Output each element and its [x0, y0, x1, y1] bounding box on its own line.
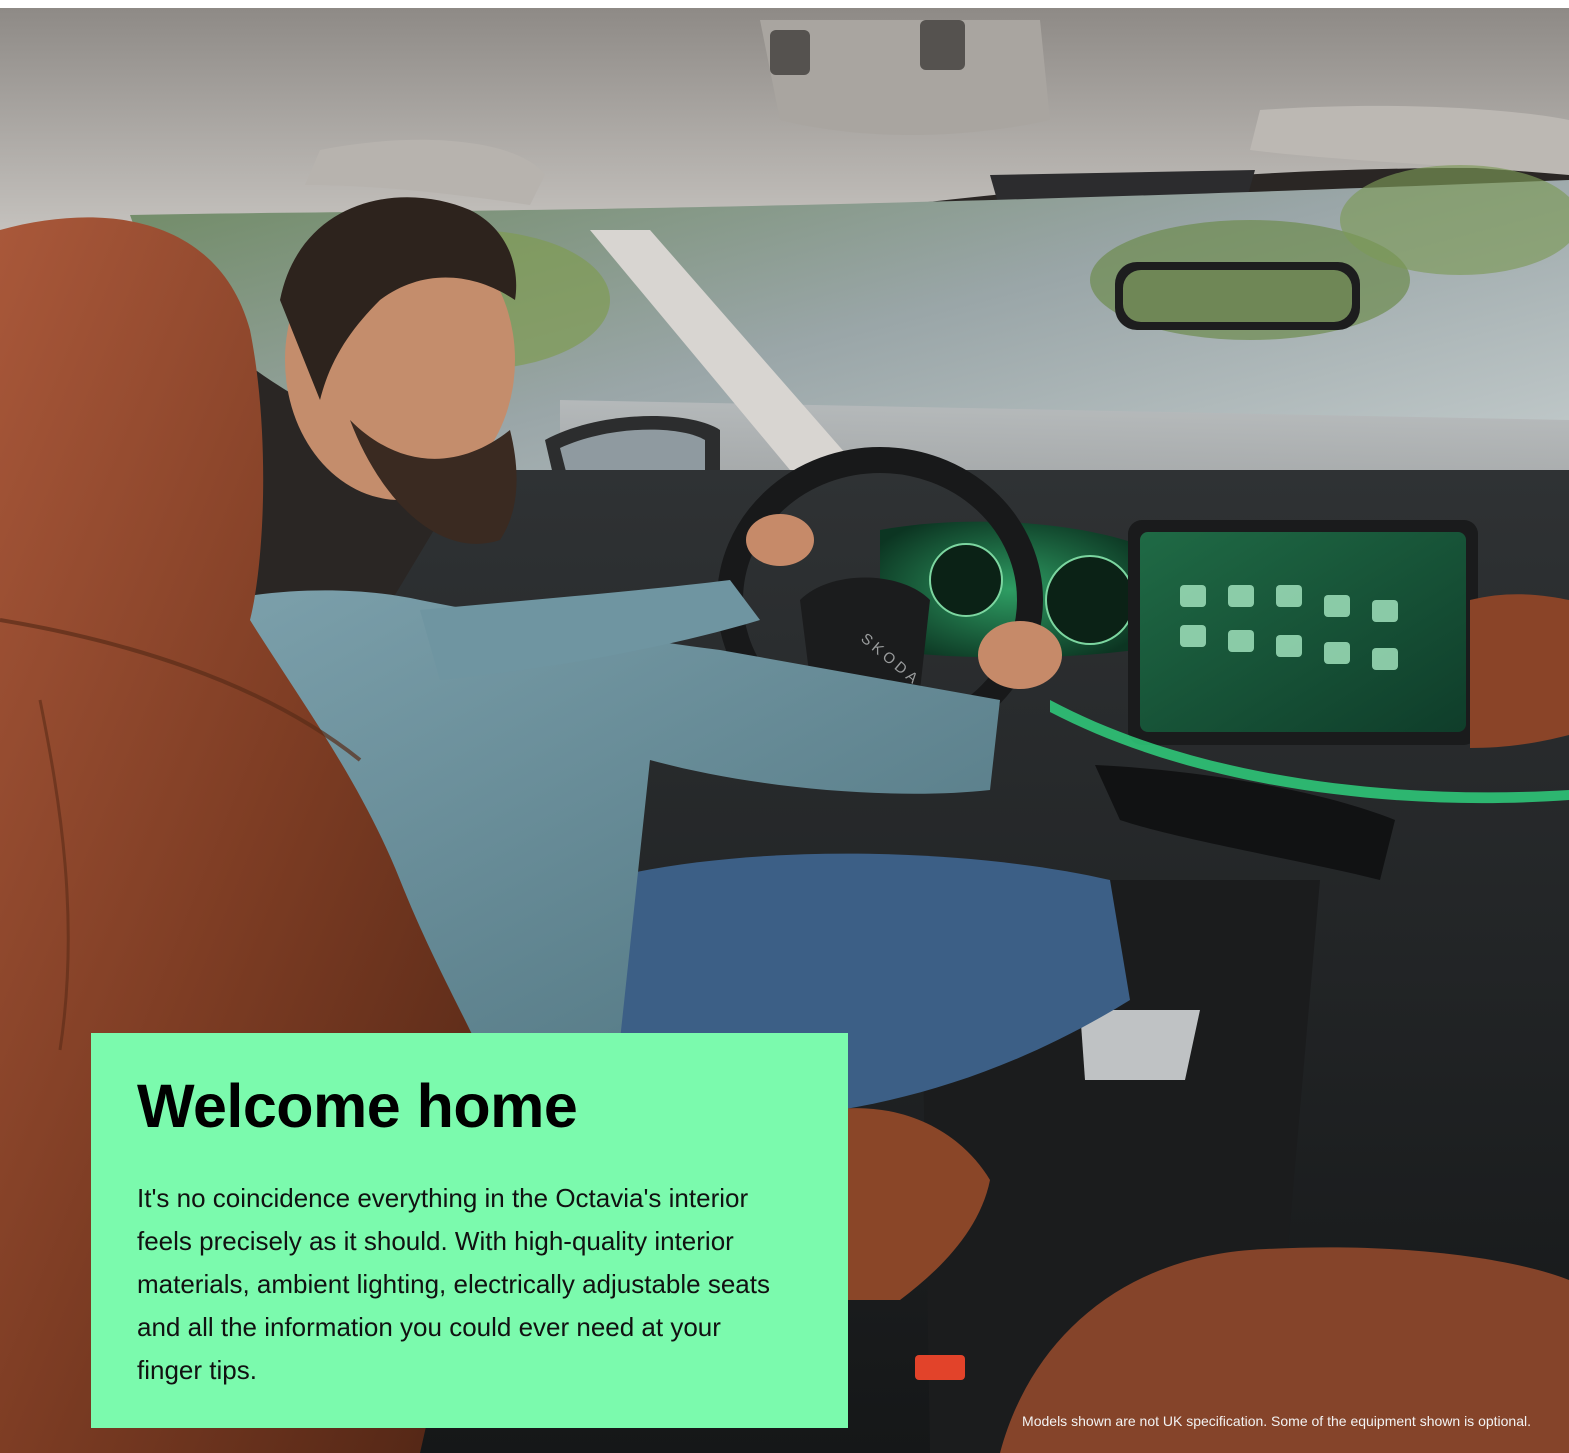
intro-panel: Welcome home It's no coincidence everyth… — [91, 1033, 848, 1428]
page-title: Welcome home — [137, 1072, 578, 1140]
specification-disclaimer: Models shown are not UK specification. S… — [1022, 1413, 1531, 1429]
intro-paragraph: It's no coincidence everything in the Oc… — [137, 1183, 770, 1385]
brochure-page: SKODA Welcome home It's no coincidence e… — [0, 0, 1569, 1453]
top-margin — [0, 0, 1569, 8]
